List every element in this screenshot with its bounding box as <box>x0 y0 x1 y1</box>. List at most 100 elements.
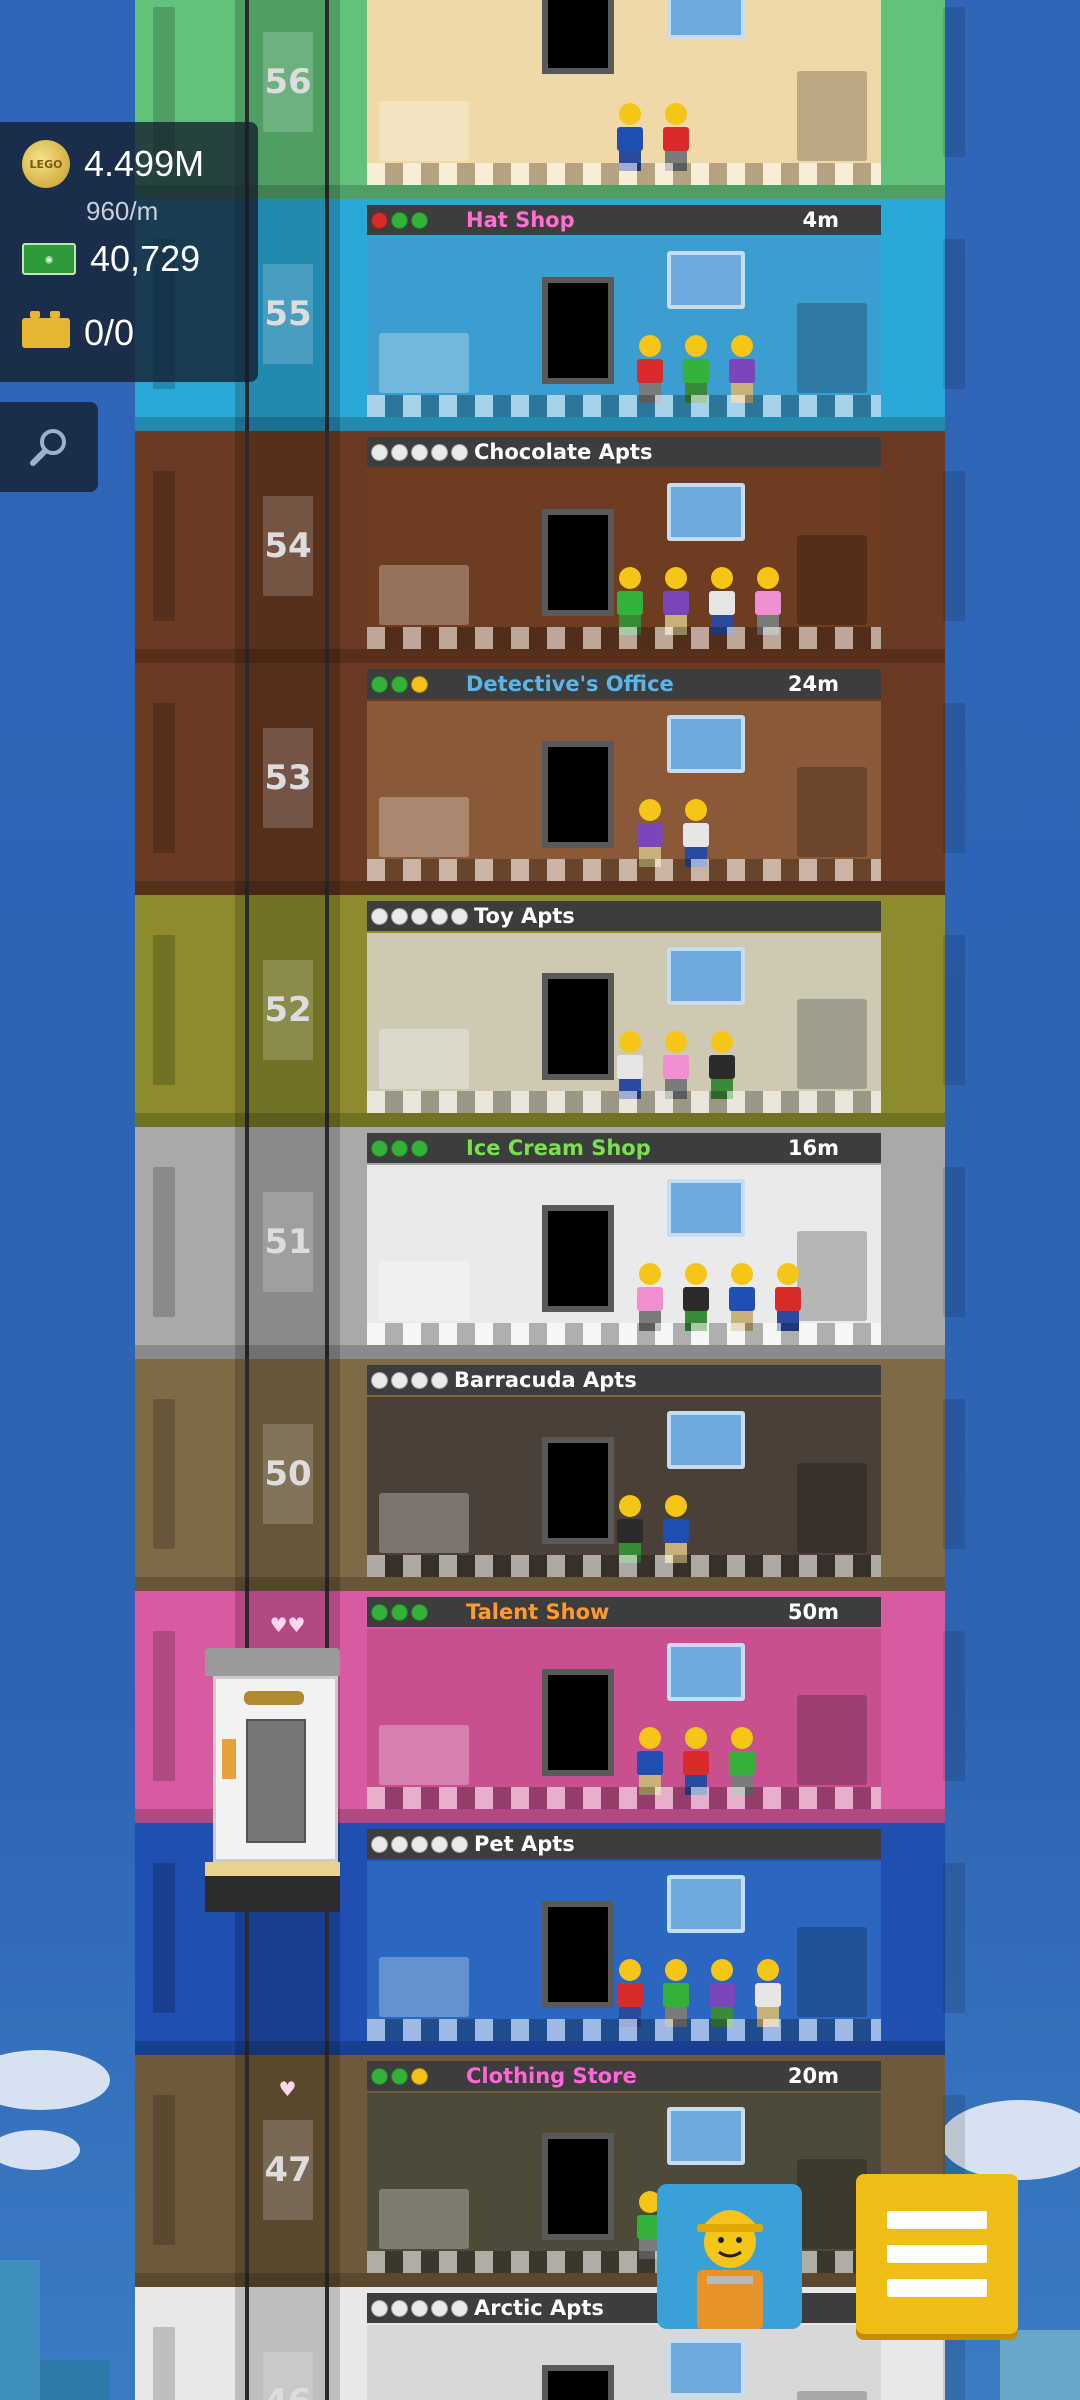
room[interactable]: Ice Cream Shop 16m <box>357 1127 907 1351</box>
furniture <box>797 535 867 625</box>
room[interactable]: Clothing Store 20m <box>357 2055 907 2279</box>
room-interior <box>367 933 881 1113</box>
floor-label[interactable]: Barracuda Apts <box>367 1365 881 1395</box>
room-floor <box>367 163 881 185</box>
room-interior <box>367 469 881 649</box>
bux-row[interactable]: ◉ 40,729 <box>22 238 200 280</box>
elevator-shaft: 54 <box>235 431 340 663</box>
restock-timer: 24m <box>787 672 839 696</box>
room-interior <box>367 1397 881 1577</box>
floor-number: 54 <box>263 496 313 596</box>
stock-dot <box>431 443 448 461</box>
stock-indicator <box>371 907 468 925</box>
gold-brick-icon <box>22 311 70 348</box>
room-floor <box>367 1555 881 1577</box>
stock-dot <box>411 1139 428 1157</box>
stock-indicator <box>371 1371 448 1389</box>
bricks-menu-icon <box>887 2211 987 2229</box>
menu-button[interactable] <box>856 2174 1018 2334</box>
hearts-icon: ♥♥ <box>269 1613 306 1637</box>
room[interactable]: Hat Shop 4m <box>357 199 907 423</box>
room-interior <box>367 1165 881 1345</box>
floor-label[interactable]: Arctic Apts <box>367 2293 881 2323</box>
restock-timer: 50m <box>787 1600 839 1624</box>
stock-dot <box>411 675 428 693</box>
room-floor <box>367 2251 881 2273</box>
hearts-icon: ♥ <box>278 2077 297 2101</box>
elevator-car[interactable] <box>205 1648 340 1926</box>
room-door <box>542 973 614 1080</box>
builder-icon <box>697 2210 763 2329</box>
elevator-rail <box>245 663 249 895</box>
floor-name: Ice Cream Shop <box>466 1136 651 1160</box>
room[interactable]: Chocolate Apts <box>357 431 907 655</box>
floor-label[interactable]: Toy Apts <box>367 901 881 931</box>
floor[interactable]: 50 Barracuda Apts <box>135 1359 945 1591</box>
stock-indicator <box>371 1139 428 1157</box>
floor-label[interactable]: Pet Apts <box>367 1829 881 1859</box>
furniture <box>379 333 469 393</box>
room-floor <box>367 627 881 649</box>
floor-name: Pet Apts <box>474 1832 575 1856</box>
room-door <box>542 277 614 384</box>
floor[interactable]: 53 Detective's Office 24m <box>135 663 945 895</box>
search-button[interactable] <box>0 402 98 492</box>
stock-dot <box>371 675 388 693</box>
floor-label[interactable]: Ice Cream Shop 16m <box>367 1133 881 1163</box>
floor-number: 55 <box>263 264 313 364</box>
room[interactable]: Detective's Office 24m <box>357 663 907 887</box>
bricks-row[interactable]: 0/0 <box>22 311 134 354</box>
window <box>667 1643 745 1701</box>
floor[interactable]: 46 Arctic Apts <box>135 2287 945 2400</box>
floor-label[interactable]: Chocolate Apts <box>367 437 881 467</box>
room-floor <box>367 1323 881 1345</box>
elevator-rail <box>325 2287 329 2400</box>
furniture <box>379 2189 469 2249</box>
floor-divider <box>135 649 945 663</box>
stock-indicator <box>371 675 428 693</box>
stock-dot <box>391 1835 408 1853</box>
elevator-rail <box>245 431 249 663</box>
elevator-rail <box>325 663 329 895</box>
floor-label[interactable]: Talent Show 50m <box>367 1597 881 1627</box>
furniture <box>797 767 867 857</box>
coins-row[interactable]: LEGO 4.499M <box>22 140 204 188</box>
floor-label[interactable]: Clothing Store 20m <box>367 2061 881 2091</box>
room[interactable]: Barracuda Apts <box>357 1359 907 1583</box>
room-interior <box>367 701 881 881</box>
floor-label[interactable]: Detective's Office 24m <box>367 669 881 699</box>
room-door <box>542 2365 614 2400</box>
floor-name: Talent Show <box>466 1600 610 1624</box>
room[interactable] <box>357 0 907 191</box>
furniture <box>797 2391 867 2400</box>
room[interactable]: Arctic Apts <box>357 2287 907 2400</box>
builder-button[interactable] <box>657 2184 802 2329</box>
floor[interactable]: 52 Toy Apts <box>135 895 945 1127</box>
room-interior <box>367 1861 881 2041</box>
elevator-rail <box>325 0 329 199</box>
stock-dot <box>411 443 428 461</box>
stock-dot <box>371 2299 388 2317</box>
stock-dot <box>451 907 468 925</box>
stock-dot <box>391 2299 408 2317</box>
floor-divider <box>135 881 945 895</box>
floor[interactable]: 51 Ice Cream Shop 16m <box>135 1127 945 1359</box>
room[interactable]: Toy Apts <box>357 895 907 1119</box>
floor[interactable]: 47 ♥ Clothing Store 20m <box>135 2055 945 2287</box>
room-interior <box>367 2325 881 2400</box>
floor-number: 52 <box>263 960 313 1060</box>
floor-number: 51 <box>263 1192 313 1292</box>
elevator-rail <box>245 1127 249 1359</box>
stock-indicator <box>371 1835 468 1853</box>
room[interactable]: Talent Show 50m <box>357 1591 907 1815</box>
floor-divider <box>135 2041 945 2055</box>
floor-divider <box>135 1113 945 1127</box>
elevator-shaft: 47 ♥ <box>235 2055 340 2287</box>
stock-dot <box>371 907 388 925</box>
room-floor <box>367 395 881 417</box>
window <box>667 1179 745 1237</box>
floor[interactable]: 54 Chocolate Apts <box>135 431 945 663</box>
stock-dot <box>391 211 408 229</box>
floor-label[interactable]: Hat Shop 4m <box>367 205 881 235</box>
room[interactable]: Pet Apts <box>357 1823 907 2047</box>
